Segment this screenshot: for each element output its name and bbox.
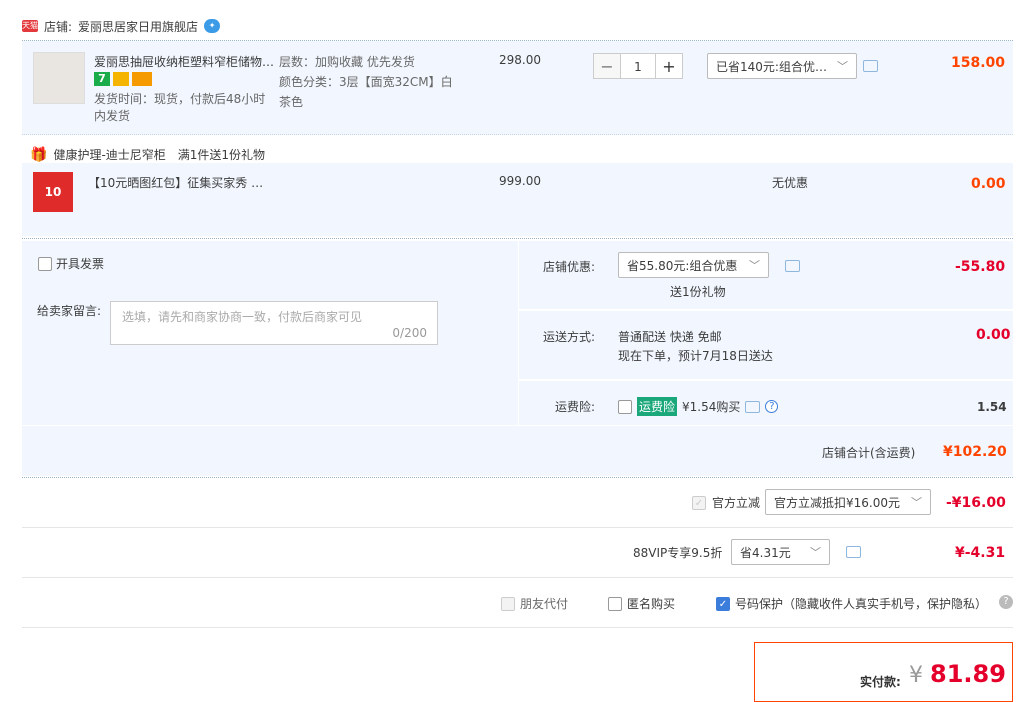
attr-color-line2: 茶色 [279, 95, 304, 109]
gift-icon: 🎁 [30, 146, 48, 163]
insurance-value: 1.54 [977, 400, 1007, 414]
number-protect-checkbox[interactable]: ✓ [716, 596, 730, 611]
final-label: 实付款: [860, 675, 901, 689]
promo-select[interactable]: 已省140元:组合优… ﹀ [707, 53, 857, 79]
shop-header: 天猫 店铺: 爱丽思居家日用旗舰店 ✦ [22, 14, 221, 38]
invoice-option[interactable]: 开具发票 [38, 255, 104, 272]
insurance-tag: 运费险 [637, 397, 678, 416]
divider [22, 577, 1013, 578]
delivery-method: 普通配送 快递 免邮 [618, 330, 722, 344]
comment-icon[interactable] [863, 60, 878, 72]
seller-message-field[interactable]: 选填，请先和商家协商一致，付款后商家可见 0/200 [110, 301, 438, 345]
friend-pay-option[interactable]: ✓ 朋友代付 [501, 595, 568, 612]
anonymous-checkbox[interactable] [608, 596, 622, 611]
comment-icon[interactable] [745, 400, 761, 413]
official-discount-value: -¥16.00 [946, 495, 1006, 511]
friend-pay-checkbox[interactable]: ✓ [501, 596, 515, 611]
insurance-label: 运费险: [555, 400, 596, 414]
shop-discount-select-value: 省55.80元:组合优惠 [627, 258, 738, 273]
divider [22, 627, 1013, 628]
item-subtotal: 158.00 [951, 55, 1006, 71]
service-badges: 7 [94, 72, 152, 86]
chevron-down-icon: ﹀ [749, 259, 760, 272]
help-icon[interactable]: ? [765, 400, 779, 413]
product-thumbnail[interactable] [33, 52, 85, 104]
shop-discount-value: -55.80 [955, 259, 1006, 275]
final-payment-box: 实付款: ¥ 81.89 [754, 642, 1013, 702]
gift-thumbnail[interactable]: 10 [33, 172, 73, 212]
shop-discount-label: 店铺优惠: [543, 260, 596, 274]
official-discount-select-value: 官方立减抵扣¥16.00元 [774, 495, 900, 510]
increase-button[interactable]: + [655, 53, 683, 79]
shop-label: 店铺: [44, 19, 73, 34]
gift-item-title[interactable]: 【10元晒图红包】征集买家秀 … [88, 174, 263, 191]
message-label: 给卖家留言: [37, 304, 102, 318]
official-discount-checkbox: ✓ [692, 495, 706, 510]
delivery-eta: 现在下单，预计7月18日送达 [618, 349, 773, 363]
vip-select[interactable]: 省4.31元 ﹀ [731, 539, 830, 565]
delivery-label: 运送方式: [543, 330, 596, 344]
number-protect-option[interactable]: ✓ 号码保护（隐藏收件人真实手机号，保护隐私） [716, 595, 987, 612]
quantity-input[interactable]: 1 [621, 53, 655, 79]
unit-price: 298.00 [499, 53, 541, 67]
anonymous-option[interactable]: 匿名购买 [608, 595, 675, 612]
official-discount-option: ✓ 官方立减 [692, 494, 760, 511]
vip-value: ¥-4.31 [955, 545, 1006, 561]
insurance-checkbox[interactable] [618, 399, 632, 414]
gift-unit-price: 999.00 [499, 174, 541, 188]
shop-discount-select[interactable]: 省55.80元:组合优惠 ﹀ [618, 252, 769, 278]
promo-select-value: 已省140元:组合优… [716, 59, 827, 74]
final-currency: ¥ [909, 663, 923, 688]
message-placeholder: 选填，请先和商家协商一致，付款后商家可见 [122, 310, 363, 324]
vip-label: 88VIP专享9.5折 [633, 546, 723, 560]
divider [22, 134, 1013, 135]
seven-day-return-icon: 7 [94, 72, 110, 86]
tmall-badge: 天猫 [22, 20, 38, 32]
chevron-down-icon: ﹀ [810, 546, 821, 559]
divider [22, 477, 1013, 478]
divider [22, 238, 1013, 239]
shop-total-value: ¥102.20 [943, 444, 1007, 460]
insurance-price: ¥1.54购买 [682, 400, 741, 414]
ship-time-line1: 发货时间：现货，付款后48小时 [94, 92, 266, 106]
number-protect-label: 号码保护（隐藏收件人真实手机号，保护隐私） [735, 597, 988, 611]
gift-subtotal: 0.00 [971, 176, 1006, 192]
official-discount-label: 官方立减 [712, 496, 761, 510]
official-discount-select[interactable]: 官方立减抵扣¥16.00元 ﹀ [765, 489, 931, 515]
ship-time-line2: 内发货 [94, 109, 131, 123]
message-counter: 0/200 [392, 326, 427, 340]
gift-rule: 满1件送1份礼物 [177, 148, 266, 162]
guarantee-icon [113, 72, 129, 86]
chevron-down-icon: ﹀ [837, 60, 848, 73]
decrease-button[interactable]: − [593, 53, 621, 79]
help-icon[interactable]: ? [999, 595, 1013, 609]
divider [22, 527, 1013, 528]
gift-promo: 无优惠 [772, 176, 809, 190]
gift-header: 🎁 健康护理-迪士尼窄柜 满1件送1份礼物 [30, 146, 265, 163]
comment-icon[interactable] [846, 546, 861, 558]
chevron-down-icon: ﹀ [911, 496, 922, 509]
shop-name-link[interactable]: 爱丽思居家日用旗舰店 [78, 18, 198, 35]
comment-icon[interactable] [785, 260, 800, 272]
product-title-link[interactable]: 爱丽思抽屉收纳柜塑料窄柜储物… [94, 53, 274, 70]
friend-pay-label: 朋友代付 [520, 597, 569, 611]
chat-icon[interactable]: ✦ [204, 19, 221, 33]
insurance-option[interactable]: 运费险 ¥1.54购买 ? [618, 397, 779, 416]
shop-total-label: 店铺合计(含运费) [822, 446, 916, 460]
vip-select-value: 省4.31元 [740, 545, 791, 560]
attr-color-line1: 颜色分类：3层【面宽32CM】白 [279, 75, 453, 89]
attr-layer: 层数：加购收藏 优先发货 [279, 55, 415, 69]
delivery-panel [519, 311, 1013, 379]
quantity-stepper: − 1 + [593, 53, 683, 79]
delivery-value: 0.00 [976, 327, 1011, 343]
card-icon [132, 72, 152, 86]
final-amount: 81.89 [930, 660, 1006, 688]
invoice-label: 开具发票 [56, 257, 105, 271]
gift-title: 健康护理-迪士尼窄柜 [53, 148, 166, 162]
shop-discount-gift: 送1份礼物 [670, 285, 726, 299]
invoice-checkbox[interactable] [38, 256, 52, 271]
anonymous-label: 匿名购买 [627, 597, 676, 611]
